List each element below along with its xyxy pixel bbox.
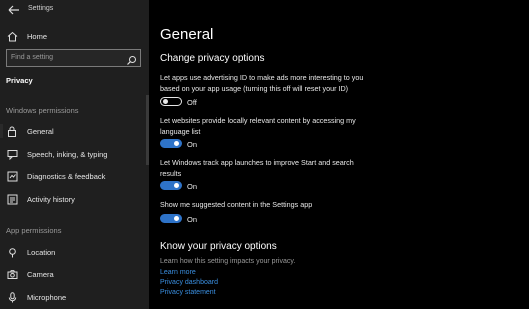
toggle-knob — [174, 141, 179, 146]
microphone-icon — [6, 291, 18, 303]
home-icon — [6, 30, 18, 42]
sidebar-item-location[interactable]: Location — [0, 242, 149, 262]
title-bar: Settings — [0, 0, 149, 20]
language-list-toggle[interactable] — [160, 139, 182, 148]
privacy-dashboard-link[interactable]: Privacy dashboard — [160, 279, 218, 286]
sidebar-item-label: General — [27, 126, 54, 136]
sidebar-item-label: Camera — [27, 269, 54, 279]
suggested-content-toggle[interactable] — [160, 214, 182, 223]
search-icon[interactable] — [126, 53, 137, 65]
toggle-state: On — [187, 182, 198, 191]
sidebar-item-activity-history[interactable]: Activity history — [0, 189, 149, 209]
sidebar-item-label: Home — [27, 31, 48, 41]
sidebar-item-label: Speech, inking, & typing — [27, 149, 108, 159]
windows-permissions-header: Windows permissions — [6, 106, 79, 115]
lock-icon — [6, 125, 18, 137]
camera-icon — [6, 268, 18, 280]
toggle-knob — [174, 183, 179, 188]
speech-icon — [6, 148, 18, 160]
sidebar-section-title: Privacy — [6, 76, 33, 85]
toggle-state: On — [187, 215, 198, 224]
sidebar-item-label: Location — [27, 247, 56, 257]
sidebar-item-label: Activity history — [27, 194, 75, 204]
learn-more-link[interactable]: Learn more — [160, 269, 196, 276]
toggle-knob — [174, 216, 179, 221]
option-description: Let apps use advertising ID to make ads … — [160, 73, 364, 93]
toggle-knob — [163, 99, 168, 104]
option-description: Show me suggested content in the Setting… — [160, 200, 313, 209]
main-content: General Change privacy options Let apps … — [149, 0, 529, 309]
app-launch-tracking-toggle[interactable] — [160, 181, 182, 190]
page-title: General — [160, 26, 214, 43]
sidebar-item-camera[interactable]: Camera — [0, 264, 149, 284]
sidebar-item-label: Diagnostics & feedback — [27, 171, 106, 181]
feedback-icon — [6, 170, 18, 182]
sidebar-item-microphone[interactable]: Microphone — [0, 287, 149, 307]
know-privacy-subtitle: Learn how this setting impacts your priv… — [160, 258, 296, 265]
sidebar-item-general[interactable]: General — [0, 121, 149, 141]
sidebar: Settings Home Find a setting Privacy Win… — [0, 0, 149, 309]
sidebar-item-label: Microphone — [27, 292, 67, 302]
sidebar-item-diagnostics[interactable]: Diagnostics & feedback — [0, 166, 149, 186]
option-description: Let websites provide locally relevant co… — [160, 116, 356, 136]
option-description: Let Windows track app launches to improv… — [160, 158, 354, 178]
app-permissions-header: App permissions — [6, 226, 62, 235]
location-icon — [6, 246, 18, 258]
toggle-state: On — [187, 140, 198, 149]
advertising-id-toggle[interactable] — [160, 97, 182, 106]
toggle-state: Off — [187, 98, 197, 107]
sidebar-item-speech[interactable]: Speech, inking, & typing — [0, 144, 149, 164]
sidebar-item-home[interactable]: Home — [0, 26, 149, 46]
back-arrow-icon — [8, 5, 19, 15]
app-title: Settings — [28, 5, 54, 12]
search-input[interactable]: Find a setting — [6, 49, 141, 67]
back-button[interactable] — [6, 3, 22, 17]
know-privacy-title: Know your privacy options — [160, 241, 277, 252]
privacy-statement-link[interactable]: Privacy statement — [160, 289, 216, 296]
search-placeholder: Find a setting — [11, 54, 54, 61]
history-icon — [6, 193, 18, 205]
section-title: Change privacy options — [160, 53, 265, 64]
